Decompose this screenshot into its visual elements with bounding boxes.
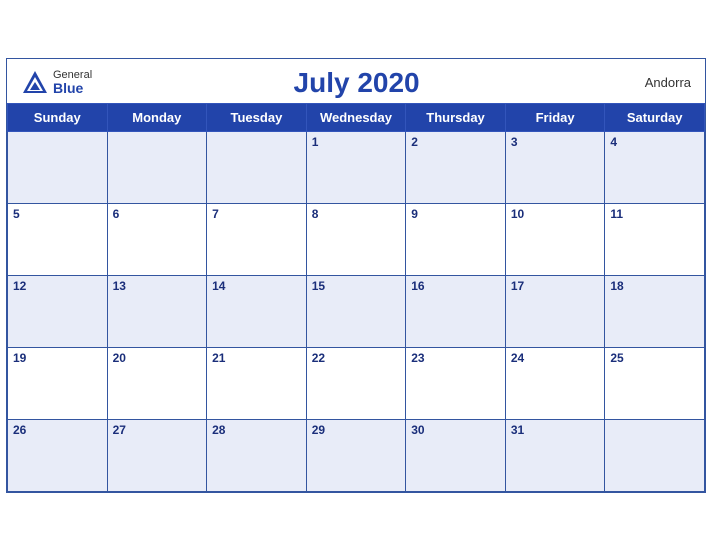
calendar-cell: 19 (8, 347, 108, 419)
day-number: 13 (113, 279, 126, 293)
day-number: 10 (511, 207, 524, 221)
calendar-cell: 28 (207, 419, 307, 491)
day-number: 6 (113, 207, 120, 221)
calendar-cell: 5 (8, 203, 108, 275)
day-number: 3 (511, 135, 518, 149)
calendar-container: General Blue July 2020 Andorra Sunday Mo… (6, 58, 706, 493)
calendar-grid: Sunday Monday Tuesday Wednesday Thursday… (7, 103, 705, 492)
calendar-cell: 11 (605, 203, 705, 275)
weekday-header-row: Sunday Monday Tuesday Wednesday Thursday… (8, 103, 705, 131)
calendar-cell: 31 (505, 419, 605, 491)
calendar-body: 1234567891011121314151617181920212223242… (8, 131, 705, 491)
calendar-cell: 8 (306, 203, 406, 275)
calendar-cell (8, 131, 108, 203)
calendar-cell: 7 (207, 203, 307, 275)
calendar-cell: 18 (605, 275, 705, 347)
day-number: 1 (312, 135, 319, 149)
header-monday: Monday (107, 103, 207, 131)
calendar-cell: 12 (8, 275, 108, 347)
day-number: 4 (610, 135, 617, 149)
calendar-header: General Blue July 2020 Andorra (7, 59, 705, 103)
calendar-cell: 6 (107, 203, 207, 275)
day-number: 26 (13, 423, 26, 437)
day-number: 29 (312, 423, 325, 437)
header-thursday: Thursday (406, 103, 506, 131)
month-title: July 2020 (92, 67, 621, 99)
day-number: 30 (411, 423, 424, 437)
day-number: 22 (312, 351, 325, 365)
calendar-week-row: 12 13 14 15 16 17 18 (8, 275, 705, 347)
day-number: 16 (411, 279, 424, 293)
calendar-cell: 26 (8, 419, 108, 491)
calendar-cell: 15 (306, 275, 406, 347)
calendar-cell: 23 (406, 347, 506, 419)
calendar-week-row: 26 27 28 29 30 31 (8, 419, 705, 491)
header-tuesday: Tuesday (207, 103, 307, 131)
day-number: 19 (13, 351, 26, 365)
calendar-cell: 20 (107, 347, 207, 419)
calendar-cell: 22 (306, 347, 406, 419)
logo-blue-label: Blue (53, 81, 92, 95)
calendar-cell: 16 (406, 275, 506, 347)
calendar-cell: 3 (505, 131, 605, 203)
logo-text: General Blue (53, 70, 92, 95)
header-saturday: Saturday (605, 103, 705, 131)
calendar-cell: 24 (505, 347, 605, 419)
calendar-cell: 25 (605, 347, 705, 419)
day-number: 11 (610, 207, 623, 221)
day-number: 27 (113, 423, 126, 437)
day-number: 24 (511, 351, 524, 365)
day-number: 12 (13, 279, 26, 293)
calendar-week-row: 5 6 7 8 9 10 11 (8, 203, 705, 275)
logo-area: General Blue (21, 69, 92, 97)
calendar-cell: 4 (605, 131, 705, 203)
calendar-cell: 2 (406, 131, 506, 203)
calendar-cell: 10 (505, 203, 605, 275)
day-number: 9 (411, 207, 418, 221)
country-label: Andorra (621, 75, 691, 90)
day-number: 18 (610, 279, 623, 293)
calendar-week-row: 1 2 3 4 (8, 131, 705, 203)
day-number: 28 (212, 423, 225, 437)
day-number: 8 (312, 207, 319, 221)
calendar-cell (107, 131, 207, 203)
calendar-cell: 27 (107, 419, 207, 491)
header-wednesday: Wednesday (306, 103, 406, 131)
day-number: 25 (610, 351, 623, 365)
calendar-cell: 17 (505, 275, 605, 347)
calendar-cell: 29 (306, 419, 406, 491)
day-number: 17 (511, 279, 524, 293)
calendar-cell: 14 (207, 275, 307, 347)
day-number: 20 (113, 351, 126, 365)
calendar-cell (207, 131, 307, 203)
day-number: 21 (212, 351, 225, 365)
day-number: 7 (212, 207, 219, 221)
day-number: 31 (511, 423, 524, 437)
header-friday: Friday (505, 103, 605, 131)
day-number: 2 (411, 135, 418, 149)
day-number: 14 (212, 279, 225, 293)
calendar-cell: 21 (207, 347, 307, 419)
logo-icon (21, 69, 49, 97)
calendar-cell: 1 (306, 131, 406, 203)
calendar-cell: 30 (406, 419, 506, 491)
day-number: 5 (13, 207, 20, 221)
header-sunday: Sunday (8, 103, 108, 131)
calendar-cell (605, 419, 705, 491)
day-number: 15 (312, 279, 325, 293)
day-number: 23 (411, 351, 424, 365)
calendar-cell: 9 (406, 203, 506, 275)
calendar-week-row: 19 20 21 22 23 24 25 (8, 347, 705, 419)
calendar-cell: 13 (107, 275, 207, 347)
